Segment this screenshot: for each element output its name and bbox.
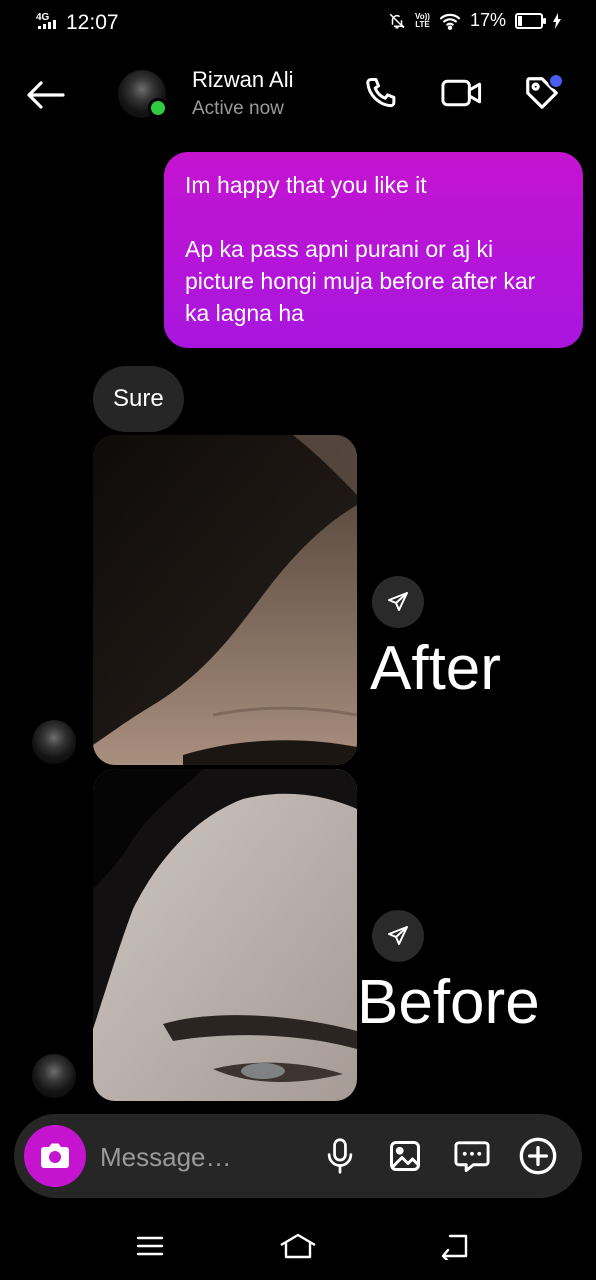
phone-icon — [366, 78, 396, 108]
contact-avatar[interactable] — [118, 70, 168, 118]
message-line: Ap ka pass apni purani or aj ki picture … — [185, 236, 536, 326]
status-bar: 4G 12:07 Vo)) LTE 17% — [0, 0, 596, 48]
message-input[interactable] — [98, 1134, 282, 1180]
image-icon — [390, 1141, 420, 1171]
lte-label: LTE — [415, 19, 430, 29]
tag-button[interactable] — [520, 71, 564, 115]
outgoing-message-bubble[interactable]: Im happy that you like it Ap ka pass apn… — [164, 152, 583, 348]
gallery-button[interactable] — [383, 1134, 427, 1178]
charging-icon — [553, 12, 561, 29]
more-options-button[interactable] — [516, 1134, 560, 1178]
menu-icon — [136, 1236, 164, 1256]
chat-header: Rizwan Ali Active now — [0, 55, 596, 135]
battery-percent: 17% — [469, 10, 506, 30]
message-line: Im happy that you like it — [185, 172, 427, 198]
sender-avatar[interactable] — [32, 720, 76, 764]
caption-before: Before — [357, 968, 540, 1037]
home-icon — [280, 1233, 316, 1259]
share-button[interactable] — [372, 910, 424, 962]
recent-apps-button[interactable] — [128, 1224, 172, 1268]
hairline-photo — [93, 769, 357, 1101]
signal-icon — [38, 20, 56, 29]
plus-circle-icon — [519, 1137, 557, 1175]
avatar-image — [32, 720, 76, 764]
status-indicators: Vo)) LTE 17% — [388, 10, 562, 31]
incoming-message-bubble[interactable]: Sure — [93, 366, 184, 432]
camera-icon — [41, 1143, 69, 1168]
wifi-icon — [439, 13, 461, 30]
share-button[interactable] — [372, 576, 424, 628]
system-back-button[interactable] — [432, 1224, 476, 1268]
status-time: 12:07 — [66, 11, 119, 34]
camera-button[interactable] — [24, 1125, 86, 1187]
sticker-button[interactable] — [450, 1134, 494, 1178]
photo-message-before[interactable] — [93, 769, 357, 1101]
video-camera-icon — [441, 79, 482, 107]
return-icon — [441, 1234, 468, 1260]
volte-icon: Vo)) LTE — [415, 12, 430, 29]
caption-after: After — [370, 634, 501, 703]
online-indicator — [148, 98, 168, 118]
system-nav-bar — [0, 1210, 596, 1280]
arrow-left-icon — [27, 81, 65, 109]
home-button[interactable] — [276, 1224, 320, 1268]
mute-icon — [389, 13, 405, 28]
photo-message-after[interactable] — [93, 435, 357, 765]
send-icon — [388, 592, 408, 611]
avatar-image — [32, 1054, 76, 1098]
microphone-icon — [327, 1138, 353, 1174]
video-call-button[interactable] — [440, 71, 484, 115]
sender-avatar[interactable] — [32, 1054, 76, 1098]
chat-bubble-icon — [454, 1141, 490, 1173]
back-button[interactable] — [24, 73, 68, 117]
message-composer — [14, 1114, 582, 1198]
notification-dot — [548, 73, 564, 89]
hairline-photo — [93, 435, 357, 765]
voice-message-button[interactable] — [318, 1134, 362, 1178]
contact-name[interactable]: Rizwan Ali — [192, 67, 293, 93]
battery-icon — [515, 12, 546, 29]
audio-call-button[interactable] — [360, 71, 404, 115]
send-icon — [388, 926, 408, 945]
contact-status: Active now — [192, 98, 284, 119]
